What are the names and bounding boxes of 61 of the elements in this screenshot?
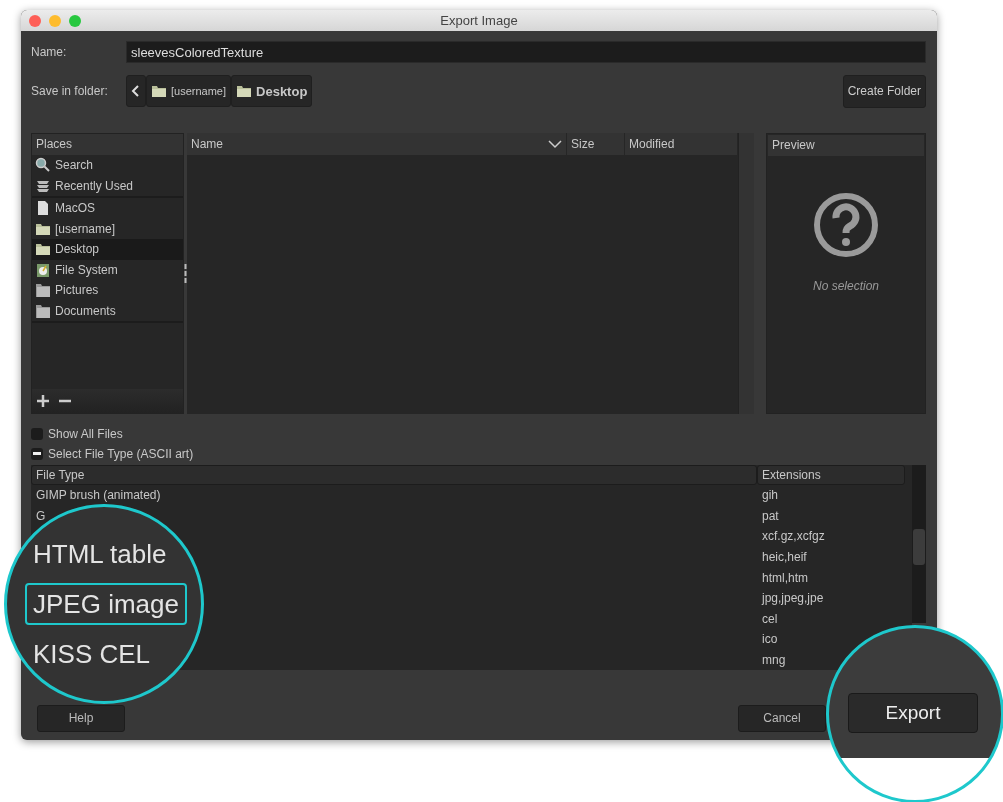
- create-folder-button[interactable]: Create Folder: [842, 74, 926, 108]
- help-button[interactable]: Help: [37, 704, 125, 732]
- table-cell: G: [36, 508, 46, 523]
- place-item[interactable]: File System: [32, 259, 183, 280]
- place-item[interactable]: Pictures: [32, 280, 183, 301]
- name-label: Name:: [31, 45, 68, 59]
- column-header[interactable]: File Type: [31, 465, 757, 485]
- folder-icon: [151, 83, 167, 99]
- places-header: Places: [36, 137, 73, 151]
- question-icon: [812, 191, 880, 259]
- place-item[interactable]: Desktop: [32, 239, 183, 260]
- minimize-button[interactable]: [49, 14, 61, 27]
- preview-header: Preview: [772, 138, 815, 152]
- show-all-files-label[interactable]: Show All Files: [48, 427, 123, 441]
- chevron-down-icon: [548, 139, 562, 149]
- table-cell: xcf.gz,xcfgz: [762, 529, 825, 544]
- folder-icon: [35, 241, 51, 258]
- folder-label: Save in folder:: [31, 84, 109, 98]
- place-item[interactable]: Recently Used: [32, 175, 183, 196]
- magnified-text: JPEG image: [25, 583, 187, 625]
- table-cell: GIMP brush (animated): [36, 488, 161, 503]
- scrollbar[interactable]: [912, 465, 926, 623]
- search-icon: [35, 157, 51, 174]
- folder-icon: [35, 282, 51, 299]
- column-header[interactable]: Size: [567, 133, 625, 155]
- expander-icon[interactable]: [31, 448, 43, 460]
- place-item[interactable]: Documents: [32, 300, 183, 321]
- add-icon[interactable]: [36, 394, 50, 408]
- path-button[interactable]: [username]: [146, 75, 232, 107]
- place-item[interactable]: Search: [32, 155, 183, 176]
- window-title: Export Image: [440, 13, 518, 28]
- close-button[interactable]: [29, 14, 41, 27]
- no-selection-text: No selection: [812, 279, 879, 293]
- name-field[interactable]: sleevesColoredTexture: [126, 41, 926, 63]
- table-cell: ico: [762, 632, 778, 647]
- table-cell: html,htm: [762, 570, 808, 585]
- document-icon: [35, 200, 51, 217]
- export-button[interactable]: Export: [848, 693, 978, 733]
- table-cell: pat: [762, 508, 779, 523]
- folder-icon: [35, 302, 51, 319]
- table-cell: gih: [762, 488, 778, 503]
- folder-icon: [236, 83, 253, 99]
- resize-handle[interactable]: [184, 263, 187, 284]
- magnified-text: HTML table: [32, 538, 168, 571]
- table-cell: mng: [762, 652, 786, 667]
- place-item[interactable]: [username]: [32, 218, 183, 239]
- scrollbar-thumb[interactable]: [913, 529, 925, 565]
- place-item[interactable]: MacOS: [32, 198, 183, 219]
- back-button[interactable]: [126, 75, 146, 107]
- table-cell: cel: [762, 611, 778, 626]
- zoom-button[interactable]: [69, 14, 81, 27]
- column-header[interactable]: Extensions: [757, 465, 905, 485]
- magnified-text: KISS CEL: [32, 638, 152, 671]
- table-cell: jpg,jpeg,jpe: [762, 591, 824, 606]
- path-button[interactable]: Desktop: [231, 75, 313, 107]
- file-type-expander[interactable]: Select File Type (ASCII art): [48, 447, 194, 461]
- table-cell: heic,heif: [762, 549, 807, 564]
- column-header[interactable]: Name: [187, 133, 567, 155]
- checkbox[interactable]: [31, 428, 43, 440]
- cancel-button[interactable]: Cancel: [738, 704, 826, 732]
- chevron-left-icon: [131, 84, 141, 98]
